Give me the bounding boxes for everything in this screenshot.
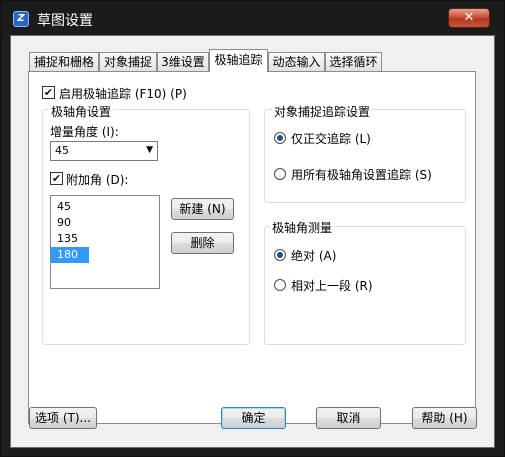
additional-angle-label: 附加角 (D):	[66, 173, 129, 187]
all-polar-tracking-label: 用所有极轴角设置追踪 (S)	[291, 168, 432, 182]
chevron-down-icon[interactable]: ▼	[146, 145, 153, 155]
absolute-label: 绝对 (A)	[291, 249, 337, 263]
snap-tracking-group	[264, 109, 466, 203]
delete-angle-button[interactable]: 删除	[171, 232, 234, 254]
new-angle-button[interactable]: 新建 (N)	[171, 198, 234, 220]
orthogonal-tracking-label: 仅正交追踪 (L)	[291, 132, 371, 146]
dialog-window: Z 草图设置 ✕ 捕捉和栅格 对象捕捉 3维设置 极轴追踪 动态输入 选择循环 …	[0, 0, 505, 457]
cancel-button[interactable]: 取消	[316, 407, 381, 429]
absolute-radio[interactable]	[274, 249, 286, 261]
tab-snap-grid[interactable]: 捕捉和栅格	[29, 52, 99, 71]
additional-angle-checkbox[interactable]: ✔	[50, 172, 63, 185]
orthogonal-tracking-radio[interactable]	[274, 132, 286, 144]
additional-angle-list[interactable]: 45 90 135 180	[50, 195, 160, 289]
window-title: 草图设置	[37, 13, 93, 29]
close-button[interactable]: ✕	[448, 8, 490, 28]
tab-3d-settings[interactable]: 3维设置	[157, 52, 209, 71]
enable-polar-checkbox[interactable]: ✔	[42, 86, 55, 99]
options-button[interactable]: 选项 (T)...	[29, 407, 97, 429]
relative-radio[interactable]	[274, 279, 286, 291]
tab-object-snap[interactable]: 对象捕捉	[99, 52, 157, 71]
tab-dynamic-input[interactable]: 动态输入	[268, 52, 325, 71]
list-item[interactable]: 90	[51, 215, 89, 231]
list-item-selected[interactable]: 180	[51, 247, 89, 263]
increment-angle-combo[interactable]: 45 ▼	[50, 141, 158, 161]
polar-tracking-panel: ✔ 启用极轴追踪 (F10) (P) 极轴角设置 增量角度 (I): 45 ▼ …	[28, 71, 476, 424]
tab-polar-tracking[interactable]: 极轴追踪	[209, 49, 268, 72]
snap-tracking-group-title: 对象捕捉追踪设置	[272, 103, 373, 120]
title-bar[interactable]: Z 草图设置 ✕	[1, 1, 504, 35]
tab-selection-cycling[interactable]: 选择循环	[325, 52, 382, 71]
list-item[interactable]: 45	[51, 199, 89, 215]
help-button[interactable]: 帮助 (H)	[412, 407, 477, 429]
all-polar-tracking-radio[interactable]	[274, 168, 286, 180]
dialog-body: 捕捉和栅格 对象捕捉 3维设置 极轴追踪 动态输入 选择循环 ✔ 启用极轴追踪 …	[10, 35, 495, 448]
increment-angle-label: 增量角度 (I):	[50, 125, 119, 139]
polar-angle-group-title: 极轴角设置	[49, 103, 114, 120]
measurement-group-title: 极轴角测量	[270, 219, 335, 236]
enable-polar-label: 启用极轴追踪 (F10) (P)	[59, 87, 187, 101]
app-icon: Z	[13, 11, 29, 27]
ok-button[interactable]: 确定	[221, 407, 286, 429]
increment-angle-value: 45	[55, 144, 69, 157]
relative-label: 相对上一段 (R)	[291, 279, 373, 293]
list-item[interactable]: 135	[51, 231, 89, 247]
